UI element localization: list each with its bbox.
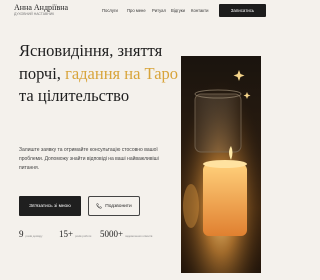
signup-button[interactable]: Записатись <box>219 4 266 17</box>
stat-value: 9 <box>19 229 24 239</box>
nav-item-reviews[interactable]: Відгуки <box>171 7 185 15</box>
contact-me-button[interactable]: Зв'язатись зі мною <box>19 196 81 216</box>
nav-item-contacts[interactable]: Контакти <box>191 7 208 15</box>
brand[interactable]: Анна Андріївна ДУХОВНИЙ НАСТАВНИК <box>14 3 68 17</box>
stat-item: 5000+ задоволених клієнтів <box>100 224 152 242</box>
call-button-label: Подзвонити <box>105 203 132 209</box>
hero-title: Ясновидіння, зняття порчі, гадання на Та… <box>19 40 179 108</box>
stat-label: років роботи <box>75 234 92 238</box>
hero-description: Залиште заявку та отримайте консультацію… <box>19 147 159 171</box>
stat-value: 15+ <box>59 229 74 239</box>
stat-item: 9 років досвіду <box>19 224 42 242</box>
hero-title-part2: та цілительство <box>19 86 130 105</box>
candle-illustration <box>181 56 261 273</box>
nav-item-ritual[interactable]: Ритуал <box>152 7 166 15</box>
hero-image-candles <box>181 56 261 273</box>
hero-title-highlight: гадання на Таро <box>65 63 179 83</box>
brand-tagline: ДУХОВНИЙ НАСТАВНИК <box>14 12 55 16</box>
brand-name: Анна Андріївна <box>14 3 69 12</box>
site-header: Анна Андріївна ДУХОВНИЙ НАСТАВНИК Послуг… <box>0 0 280 22</box>
stat-value: 5000+ <box>100 229 124 239</box>
nav-item-about[interactable]: Про мене <box>127 7 146 15</box>
stat-item: 15+ років роботи <box>59 224 91 242</box>
stat-label: задоволених клієнтів <box>125 234 153 238</box>
call-button[interactable]: Подзвонити <box>88 196 140 216</box>
stat-label: років досвіду <box>25 234 43 238</box>
nav-item-services[interactable]: Послуги <box>102 7 118 15</box>
phone-icon <box>96 203 102 209</box>
